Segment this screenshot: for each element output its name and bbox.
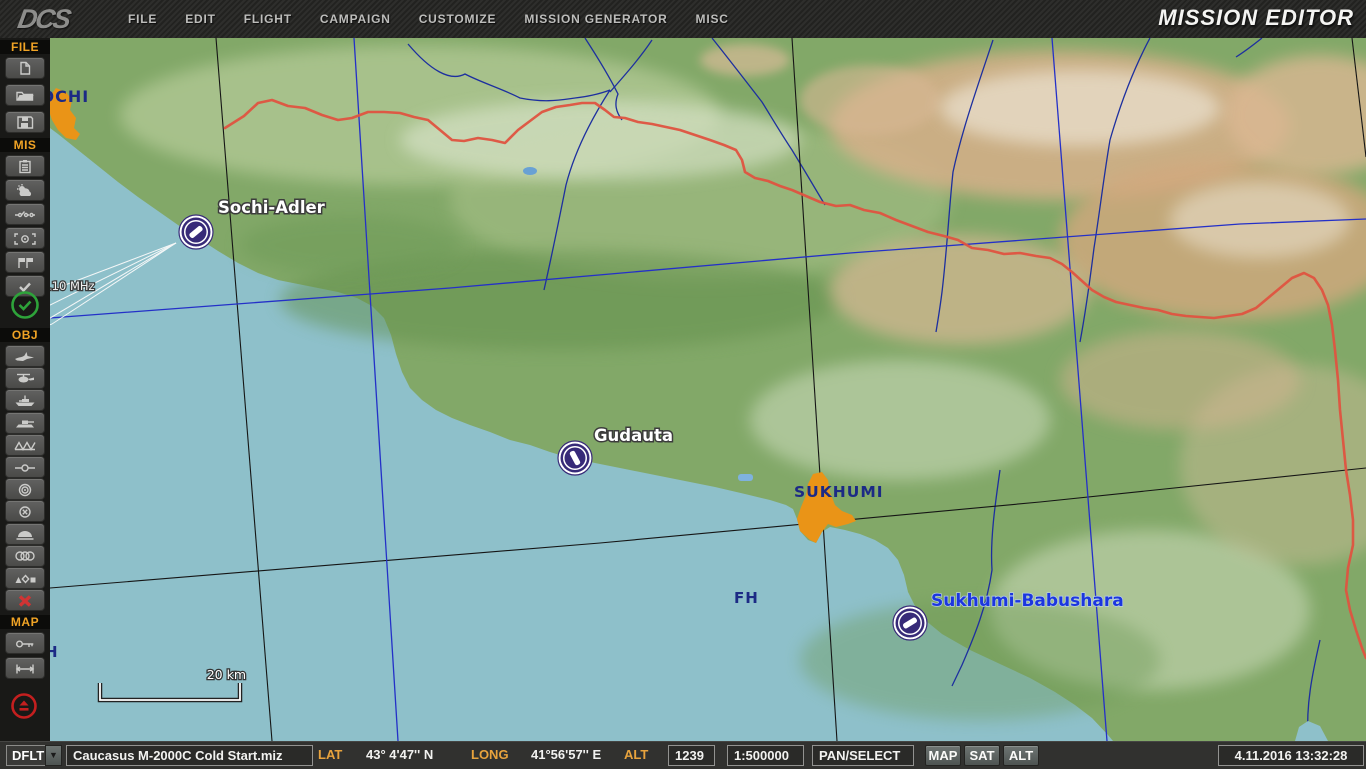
bullseye-button[interactable]: [5, 227, 45, 249]
vehicle-icon: [13, 415, 37, 430]
ruler-icon: [13, 661, 37, 676]
menu-item-flight[interactable]: FLIGHT: [244, 12, 292, 26]
goal-flags-button[interactable]: [5, 251, 45, 273]
map-canvas[interactable]: .10 MHz 20 km SOCHI SUKHUMI FH H Sochi-A…: [50, 38, 1366, 741]
map-key-button[interactable]: [5, 632, 45, 654]
template-button[interactable]: [5, 478, 45, 500]
profile-dropdown-arrow-icon[interactable]: ▼: [45, 745, 62, 766]
long-label: LONG: [471, 745, 509, 764]
airport-sochi-adler[interactable]: [179, 215, 213, 249]
top-menu-bar: DCS FILE EDIT FLIGHT CAMPAIGN CUSTOMIZE MISSI…: [0, 0, 1366, 39]
dcs-logo: DCS: [15, 4, 112, 35]
lat-label: LAT: [318, 745, 342, 764]
alt-view-button[interactable]: ALT: [1003, 745, 1039, 766]
map-viewport[interactable]: .10 MHz 20 km SOCHI SUKHUMI FH H Sochi-A…: [50, 38, 1366, 741]
open-mission-button[interactable]: [5, 84, 45, 106]
page-title: MISSION EDITOR: [1158, 5, 1354, 31]
ruler-button[interactable]: [5, 657, 45, 679]
bullseye-icon: [13, 231, 37, 246]
exit-eject-icon: [9, 691, 39, 721]
delete-button[interactable]: [5, 589, 45, 611]
helicopter-icon: [13, 371, 37, 386]
long-value: 41°56'57'' E: [531, 745, 601, 764]
ils-frequency-label: .10 MHz: [50, 279, 95, 293]
ship-button[interactable]: [5, 389, 45, 411]
drawings-button[interactable]: [5, 567, 45, 589]
alt-label: ALT: [624, 745, 648, 764]
drawings-icon: [13, 571, 37, 586]
vehicle-button[interactable]: [5, 412, 45, 434]
airport-sukhumi-babushara[interactable]: [893, 606, 927, 640]
mission-filename-field[interactable]: Caucasus M-2000C Cold Start.miz: [66, 745, 313, 766]
weather-icon: [13, 183, 37, 198]
main-menu: FILE EDIT FLIGHT CAMPAIGN CUSTOMIZE MISSION G…: [128, 12, 729, 26]
map-scale-value[interactable]: 1:500000: [727, 745, 804, 766]
menu-item-edit[interactable]: EDIT: [185, 12, 216, 26]
scale-label: 20 km: [207, 667, 246, 682]
ship-icon: [13, 393, 37, 408]
triggers-button[interactable]: [5, 203, 45, 225]
save-mission-icon: [13, 115, 37, 130]
route-button[interactable]: [5, 456, 45, 478]
beacon-label-h: H: [50, 643, 58, 661]
beacon-label-fh: FH: [734, 589, 759, 607]
toolbar-sidebar: FILE MIS OBJ MAP: [0, 38, 50, 741]
city-label-sochi: SOCHI: [50, 87, 89, 106]
profile-select[interactable]: DFLT: [6, 745, 50, 766]
farp-button[interactable]: [5, 523, 45, 545]
remove-unit-icon: [13, 504, 37, 519]
menu-item-mission-generator[interactable]: MISSION GENERATOR: [524, 12, 667, 26]
airport-label-sukhumi-babushara: Sukhumi-Babushara: [931, 591, 1124, 611]
mouse-mode-indicator[interactable]: PAN/SELECT: [812, 745, 914, 766]
city-label-sukhumi: SUKHUMI: [794, 483, 884, 501]
new-mission-button[interactable]: [5, 57, 45, 79]
briefing-button[interactable]: [5, 155, 45, 177]
template-icon: [13, 482, 37, 497]
zones-icon: [13, 548, 37, 563]
remove-unit-button[interactable]: [5, 500, 45, 522]
new-mission-icon: [13, 61, 37, 76]
lat-value: 43° 4'47'' N: [366, 745, 433, 764]
delete-icon: [13, 593, 37, 608]
menu-item-customize[interactable]: CUSTOMIZE: [419, 12, 497, 26]
helicopter-button[interactable]: [5, 367, 45, 389]
sidebar-section-obj: OBJ: [0, 328, 50, 342]
menu-item-file[interactable]: FILE: [128, 12, 157, 26]
goal-flags-icon: [13, 255, 37, 270]
zones-button[interactable]: [5, 545, 45, 567]
open-mission-icon: [13, 88, 37, 103]
map-view-button[interactable]: MAP: [925, 745, 961, 766]
exit-eject-circle-button[interactable]: [9, 691, 39, 721]
airport-label-sochi-adler: Sochi-Adler: [218, 198, 326, 217]
static-object-icon: [13, 437, 37, 452]
airport-gudauta[interactable]: [558, 441, 592, 475]
validate-check-circle-button[interactable]: [10, 290, 40, 320]
map-key-icon: [13, 636, 37, 651]
status-bar: DFLT ▼ Caucasus M-2000C Cold Start.miz L…: [0, 741, 1366, 769]
sidebar-section-file: FILE: [0, 40, 50, 54]
static-object-button[interactable]: [5, 434, 45, 456]
sidebar-section-map: MAP: [0, 615, 50, 629]
aircraft-button[interactable]: [5, 345, 45, 367]
route-icon: [13, 460, 37, 475]
save-mission-button[interactable]: [5, 111, 45, 133]
airport-label-gudauta: Gudauta: [594, 426, 673, 445]
weather-button[interactable]: [5, 179, 45, 201]
menu-item-campaign[interactable]: CAMPAIGN: [320, 12, 391, 26]
briefing-icon: [13, 159, 37, 174]
sidebar-section-mis: MIS: [0, 138, 50, 152]
triggers-icon: [13, 207, 37, 222]
validate-check-icon: [10, 290, 40, 320]
farp-icon: [13, 526, 37, 541]
altitude-value: 1239: [668, 745, 715, 766]
aircraft-icon: [13, 349, 37, 364]
sat-view-button[interactable]: SAT: [964, 745, 1000, 766]
datetime-display: 4.11.2016 13:32:28: [1218, 745, 1364, 766]
menu-item-misc[interactable]: MISC: [696, 12, 729, 26]
